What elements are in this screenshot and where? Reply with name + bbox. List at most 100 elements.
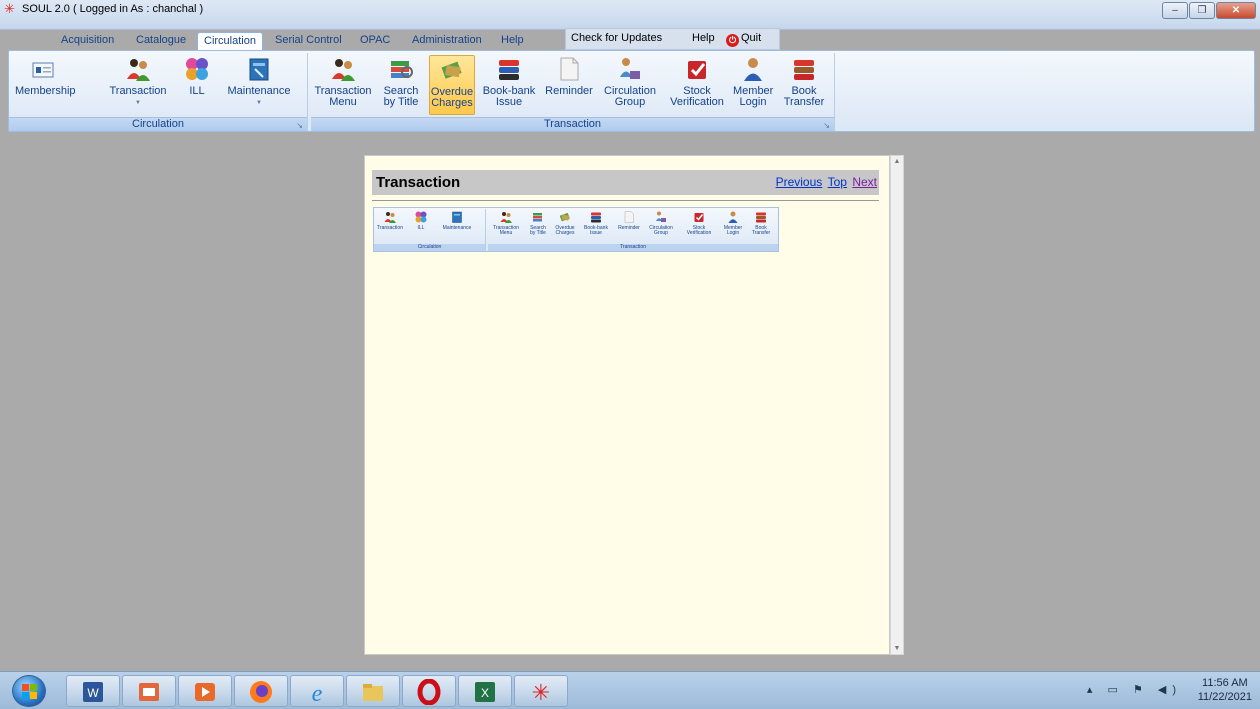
transaction-button[interactable]: Transaction ▼ bbox=[107, 55, 169, 109]
tab-serial-control[interactable]: Serial Control bbox=[269, 32, 348, 50]
taskbar-presentation[interactable] bbox=[122, 675, 176, 707]
excel-icon: X bbox=[475, 682, 495, 702]
search-by-title-button[interactable]: Search by Title bbox=[379, 55, 423, 108]
tab-help[interactable]: Help bbox=[495, 32, 530, 50]
membership-button[interactable]: Membership bbox=[15, 55, 76, 97]
top-link[interactable]: Top bbox=[828, 175, 847, 189]
svg-text:✳: ✳ bbox=[532, 681, 550, 705]
chevron-down-icon: ▼ bbox=[256, 100, 262, 106]
membership-card-icon bbox=[32, 62, 54, 78]
scroll-up-icon[interactable]: ▲ bbox=[891, 158, 903, 165]
presentation-icon bbox=[139, 683, 159, 701]
taskbar-internet-explorer[interactable]: e bbox=[290, 675, 344, 707]
circulation-group: Membership Transaction ▼ ILL Maintenance… bbox=[9, 53, 308, 131]
opera-icon bbox=[417, 679, 441, 705]
search-by-title-icon bbox=[391, 61, 413, 78]
svg-text:X: X bbox=[481, 686, 489, 700]
taskbar-firefox[interactable] bbox=[234, 675, 288, 707]
next-link[interactable]: Next bbox=[852, 175, 877, 189]
tab-circulation[interactable]: Circulation bbox=[197, 32, 263, 50]
mini-ill-button: ILL bbox=[412, 210, 430, 231]
file-explorer-icon bbox=[363, 684, 383, 701]
check-updates-button[interactable]: Check for Updates bbox=[571, 32, 662, 44]
stock-verification-icon bbox=[688, 61, 706, 79]
mini-reminder: Reminder bbox=[615, 210, 643, 231]
mini-maintenance-button: Maintenance bbox=[440, 210, 474, 231]
mini-transaction-label: Transaction bbox=[488, 244, 778, 251]
mini-circulation-label: Circulation bbox=[374, 244, 485, 251]
divider bbox=[372, 200, 879, 201]
mini-search-by-title: Search by Title bbox=[526, 210, 550, 236]
page-title: Transaction bbox=[376, 174, 461, 191]
svg-text:e: e bbox=[312, 681, 323, 705]
taskbar: W e X ✳ ▴ ▭ ⚑ ◀) 11:56 AM 11/22/2021 bbox=[0, 671, 1260, 709]
circulation-group-icon bbox=[620, 58, 640, 79]
dialog-launcher-icon[interactable]: ↘ bbox=[296, 119, 303, 132]
minimize-button[interactable]: – bbox=[1162, 2, 1188, 19]
help-scrollbar[interactable]: ▲ ▼ bbox=[890, 155, 904, 655]
member-login-button[interactable]: Member Login bbox=[733, 55, 773, 108]
window-controls: – ❐ ✕ bbox=[1161, 2, 1256, 19]
word-icon: W bbox=[83, 682, 103, 702]
clock-date: 11/22/2021 bbox=[1197, 691, 1252, 703]
book-bank-issue-button[interactable]: Book-bank Issue bbox=[481, 55, 537, 108]
ill-button[interactable]: ILL bbox=[179, 55, 215, 97]
ill-puzzle-icon bbox=[415, 211, 427, 223]
previous-link[interactable]: Previous bbox=[776, 175, 823, 189]
maintenance-book-icon bbox=[249, 58, 269, 81]
people-transaction-icon bbox=[384, 212, 396, 223]
book-bank-icon bbox=[591, 212, 601, 223]
start-button[interactable] bbox=[12, 675, 46, 707]
overdue-charges-button[interactable]: Overdue Charges bbox=[429, 55, 475, 115]
maintenance-button[interactable]: Maintenance ▼ bbox=[227, 55, 291, 109]
mini-overdue-charges: Overdue Charges bbox=[552, 210, 578, 236]
dialog-launcher-icon[interactable]: ↘ bbox=[823, 119, 830, 132]
internet-explorer-icon: e bbox=[312, 681, 323, 705]
system-tray-icons[interactable]: ▴ ▭ ⚑ ◀) bbox=[1087, 683, 1182, 696]
circulation-group-button[interactable]: Circulation Group bbox=[601, 55, 659, 108]
clock-time: 11:56 AM bbox=[1202, 677, 1248, 689]
reminder-button[interactable]: Reminder bbox=[543, 55, 595, 97]
tab-acquisition[interactable]: Acquisition bbox=[55, 32, 120, 50]
transaction-menu-icon bbox=[332, 59, 355, 81]
mini-member-login: Member Login bbox=[722, 210, 744, 236]
scroll-down-icon[interactable]: ▼ bbox=[891, 645, 903, 652]
mini-transaction-menu: Transaction Menu bbox=[490, 210, 522, 236]
soul-app-icon: ✳ bbox=[532, 681, 550, 705]
book-bank-icon bbox=[499, 60, 519, 80]
taskbar-word[interactable]: W bbox=[66, 675, 120, 707]
quit-button[interactable]: ⏻ Quit bbox=[726, 32, 761, 47]
taskbar-soul-app[interactable]: ✳ bbox=[514, 675, 568, 707]
taskbar-excel[interactable]: X bbox=[458, 675, 512, 707]
tab-opac[interactable]: OPAC bbox=[354, 32, 396, 50]
chevron-down-icon: ▼ bbox=[135, 100, 141, 106]
title-bar: ✳ SOUL 2.0 ( Logged in As : chanchal ) –… bbox=[0, 0, 1260, 30]
clock[interactable]: 11:56 AM 11/22/2021 bbox=[1198, 676, 1252, 704]
mini-book-transfer: Book Transfer bbox=[748, 210, 774, 236]
stock-verification-button[interactable]: Stock Verification bbox=[667, 55, 727, 108]
taskbar-media-player[interactable] bbox=[178, 675, 232, 707]
transaction-group: Transaction Menu Search by Title Overdue… bbox=[311, 53, 835, 131]
mini-circulation-group: Circulation Group bbox=[646, 210, 676, 236]
tab-administration[interactable]: Administration bbox=[406, 32, 488, 50]
media-player-icon bbox=[195, 683, 215, 701]
transaction-menu-button[interactable]: Transaction Menu bbox=[313, 55, 373, 108]
tab-catalogue[interactable]: Catalogue bbox=[130, 32, 192, 50]
windows-logo-icon bbox=[22, 684, 37, 699]
member-login-icon bbox=[744, 58, 762, 81]
overdue-charges-icon bbox=[559, 212, 570, 222]
overdue-charges-icon bbox=[441, 61, 462, 79]
people-transaction-icon bbox=[127, 59, 150, 81]
mini-book-bank-issue: Book-bank Issue bbox=[581, 210, 611, 236]
book-transfer-button[interactable]: Book Transfer bbox=[781, 55, 827, 108]
book-transfer-icon bbox=[794, 60, 814, 80]
reminder-icon bbox=[624, 211, 634, 223]
maximize-button[interactable]: ❐ bbox=[1189, 2, 1215, 19]
member-login-icon bbox=[728, 211, 738, 223]
taskbar-opera[interactable] bbox=[402, 675, 456, 707]
reminder-icon bbox=[560, 57, 579, 81]
help-button[interactable]: Help bbox=[692, 32, 715, 44]
close-button[interactable]: ✕ bbox=[1216, 2, 1256, 19]
maintenance-book-icon bbox=[452, 211, 462, 223]
taskbar-file-explorer[interactable] bbox=[346, 675, 400, 707]
